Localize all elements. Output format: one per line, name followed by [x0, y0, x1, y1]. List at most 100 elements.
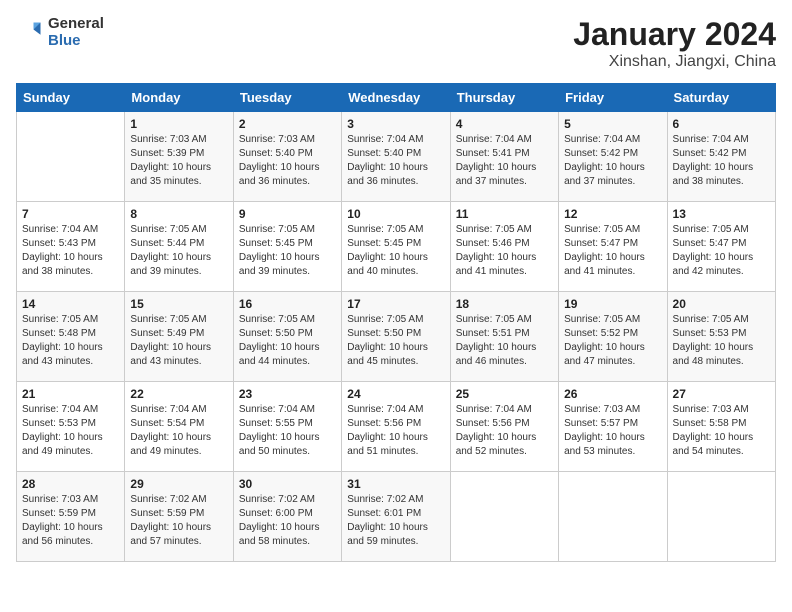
day-info: Sunrise: 7:03 AMSunset: 5:58 PMDaylight:… — [673, 403, 770, 459]
day-info: Sunrise: 7:04 AMSunset: 5:42 PMDaylight:… — [673, 133, 770, 189]
calendar-cell: 30Sunrise: 7:02 AMSunset: 6:00 PMDayligh… — [233, 472, 341, 562]
calendar-cell: 21 Sunrise: 7:04 AMSunset: 5:53 PMDayligh… — [17, 382, 125, 472]
calendar-cell: 17 Sunrise: 7:05 AMSunset: 5:50 PMDayligh… — [342, 292, 450, 382]
calendar-cell: 29 Sunrise: 7:02 AMSunset: 5:59 PMDayligh… — [125, 472, 233, 562]
day-info: Sunrise: 7:04 AMSunset: 5:55 PMDaylight:… — [239, 403, 336, 459]
weekday-header-row: SundayMondayTuesdayWednesdayThursdayFrid… — [17, 84, 776, 112]
calendar-cell: 1 Sunrise: 7:03 AMSunset: 5:39 PMDaylight… — [125, 112, 233, 202]
calendar-cell: 20 Sunrise: 7:05 AMSunset: 5:53 PMDayligh… — [667, 292, 775, 382]
day-info: Sunrise: 7:05 AMSunset: 5:49 PMDaylight:… — [130, 313, 227, 369]
calendar-cell: 16Sunrise: 7:05 AMSunset: 5:50 PMDayligh… — [233, 292, 341, 382]
day-info: Sunrise: 7:05 AMSunset: 5:47 PMDaylight:… — [673, 223, 770, 279]
calendar-week-row: 7 Sunrise: 7:04 AMSunset: 5:43 PMDaylight… — [17, 202, 776, 292]
day-info: Sunrise: 7:03 AMSunset: 5:59 PMDaylight:… — [22, 493, 119, 549]
day-info: Sunrise: 7:05 AMSunset: 5:47 PMDaylight:… — [564, 223, 661, 279]
day-info: Sunrise: 7:04 AMSunset: 5:56 PMDaylight:… — [456, 403, 553, 459]
day-number: 7 — [22, 207, 119, 221]
day-info: Sunrise: 7:05 AMSunset: 5:48 PMDaylight:… — [22, 313, 119, 369]
calendar-cell: 18 Sunrise: 7:05 AMSunset: 5:51 PMDayligh… — [450, 292, 558, 382]
day-info: Sunrise: 7:04 AMSunset: 5:56 PMDaylight:… — [347, 403, 444, 459]
day-number: 22 — [130, 387, 227, 401]
day-number: 9 — [239, 207, 336, 221]
weekday-header: Thursday — [450, 84, 558, 112]
day-number: 11 — [456, 207, 553, 221]
calendar-cell: 19 Sunrise: 7:05 AMSunset: 5:52 PMDayligh… — [559, 292, 667, 382]
day-number: 28 — [22, 477, 119, 491]
month-title: January 2024 — [573, 16, 776, 53]
day-number: 15 — [130, 297, 227, 311]
day-info: Sunrise: 7:04 AMSunset: 5:42 PMDaylight:… — [564, 133, 661, 189]
calendar-cell: 22 Sunrise: 7:04 AMSunset: 5:54 PMDayligh… — [125, 382, 233, 472]
day-number: 6 — [673, 117, 770, 131]
day-number: 14 — [22, 297, 119, 311]
calendar-week-row: 1 Sunrise: 7:03 AMSunset: 5:39 PMDaylight… — [17, 112, 776, 202]
calendar-cell — [17, 112, 125, 202]
day-number: 8 — [130, 207, 227, 221]
weekday-header: Sunday — [17, 84, 125, 112]
day-number: 16 — [239, 297, 336, 311]
calendar-table: SundayMondayTuesdayWednesdayThursdayFrid… — [16, 83, 776, 562]
day-number: 21 — [22, 387, 119, 401]
day-info: Sunrise: 7:05 AMSunset: 5:53 PMDaylight:… — [673, 313, 770, 369]
day-number: 12 — [564, 207, 661, 221]
logo-general: General — [48, 16, 104, 33]
day-number: 24 — [347, 387, 444, 401]
calendar-cell: 3 Sunrise: 7:04 AMSunset: 5:40 PMDaylight… — [342, 112, 450, 202]
calendar-cell — [450, 472, 558, 562]
calendar-cell: 7 Sunrise: 7:04 AMSunset: 5:43 PMDaylight… — [17, 202, 125, 292]
day-info: Sunrise: 7:05 AMSunset: 5:52 PMDaylight:… — [564, 313, 661, 369]
day-number: 13 — [673, 207, 770, 221]
day-number: 27 — [673, 387, 770, 401]
logo: General Blue — [16, 16, 104, 49]
day-number: 17 — [347, 297, 444, 311]
day-number: 1 — [130, 117, 227, 131]
day-number: 25 — [456, 387, 553, 401]
day-info: Sunrise: 7:02 AMSunset: 6:01 PMDaylight:… — [347, 493, 444, 549]
calendar-cell: 15 Sunrise: 7:05 AMSunset: 5:49 PMDayligh… — [125, 292, 233, 382]
day-info: Sunrise: 7:04 AMSunset: 5:53 PMDaylight:… — [22, 403, 119, 459]
day-info: Sunrise: 7:05 AMSunset: 5:51 PMDaylight:… — [456, 313, 553, 369]
calendar-cell: 26Sunrise: 7:03 AMSunset: 5:57 PMDayligh… — [559, 382, 667, 472]
weekday-header: Monday — [125, 84, 233, 112]
calendar-week-row: 28 Sunrise: 7:03 AMSunset: 5:59 PMDayligh… — [17, 472, 776, 562]
calendar-cell: 2Sunrise: 7:03 AMSunset: 5:40 PMDaylight… — [233, 112, 341, 202]
weekday-header: Tuesday — [233, 84, 341, 112]
calendar-cell: 25 Sunrise: 7:04 AMSunset: 5:56 PMDayligh… — [450, 382, 558, 472]
calendar-cell: 13 Sunrise: 7:05 AMSunset: 5:47 PMDayligh… — [667, 202, 775, 292]
calendar-cell — [667, 472, 775, 562]
calendar-cell: 23Sunrise: 7:04 AMSunset: 5:55 PMDayligh… — [233, 382, 341, 472]
day-info: Sunrise: 7:04 AMSunset: 5:54 PMDaylight:… — [130, 403, 227, 459]
day-info: Sunrise: 7:04 AMSunset: 5:40 PMDaylight:… — [347, 133, 444, 189]
day-info: Sunrise: 7:05 AMSunset: 5:50 PMDaylight:… — [347, 313, 444, 369]
day-info: Sunrise: 7:03 AMSunset: 5:57 PMDaylight:… — [564, 403, 661, 459]
calendar-cell: 11 Sunrise: 7:05 AMSunset: 5:46 PMDayligh… — [450, 202, 558, 292]
day-number: 18 — [456, 297, 553, 311]
day-info: Sunrise: 7:05 AMSunset: 5:44 PMDaylight:… — [130, 223, 227, 279]
day-info: Sunrise: 7:02 AMSunset: 6:00 PMDaylight:… — [239, 493, 336, 549]
day-info: Sunrise: 7:02 AMSunset: 5:59 PMDaylight:… — [130, 493, 227, 549]
calendar-cell: 5 Sunrise: 7:04 AMSunset: 5:42 PMDaylight… — [559, 112, 667, 202]
logo-icon — [16, 19, 44, 47]
page-header: General Blue January 2024 Xinshan, Jiang… — [16, 16, 776, 71]
calendar-week-row: 21 Sunrise: 7:04 AMSunset: 5:53 PMDayligh… — [17, 382, 776, 472]
day-number: 29 — [130, 477, 227, 491]
day-info: Sunrise: 7:04 AMSunset: 5:41 PMDaylight:… — [456, 133, 553, 189]
day-info: Sunrise: 7:05 AMSunset: 5:46 PMDaylight:… — [456, 223, 553, 279]
logo-blue: Blue — [48, 33, 104, 50]
day-number: 5 — [564, 117, 661, 131]
weekday-header: Saturday — [667, 84, 775, 112]
logo-text: General Blue — [48, 16, 104, 49]
day-info: Sunrise: 7:03 AMSunset: 5:40 PMDaylight:… — [239, 133, 336, 189]
location: Xinshan, Jiangxi, China — [573, 53, 776, 71]
weekday-header: Friday — [559, 84, 667, 112]
calendar-cell: 8 Sunrise: 7:05 AMSunset: 5:44 PMDaylight… — [125, 202, 233, 292]
weekday-header: Wednesday — [342, 84, 450, 112]
day-number: 3 — [347, 117, 444, 131]
day-number: 19 — [564, 297, 661, 311]
day-info: Sunrise: 7:04 AMSunset: 5:43 PMDaylight:… — [22, 223, 119, 279]
day-info: Sunrise: 7:03 AMSunset: 5:39 PMDaylight:… — [130, 133, 227, 189]
calendar-cell: 4 Sunrise: 7:04 AMSunset: 5:41 PMDaylight… — [450, 112, 558, 202]
day-number: 20 — [673, 297, 770, 311]
day-number: 4 — [456, 117, 553, 131]
calendar-cell: 24 Sunrise: 7:04 AMSunset: 5:56 PMDayligh… — [342, 382, 450, 472]
